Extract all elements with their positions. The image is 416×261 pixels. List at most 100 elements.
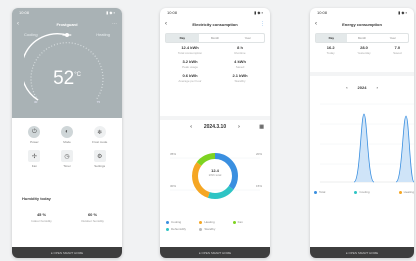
timer-control[interactable]: ◷ Timer [51, 150, 84, 168]
legend-item: Fan [232, 220, 266, 224]
humidity-label: Indoor humidity [31, 219, 52, 223]
power-icon: ⏻ [28, 126, 41, 138]
page-title: Frostguard [56, 21, 78, 27]
status-bar: 10:08 ▮ ◆ ▪ [12, 8, 122, 17]
tab-day[interactable]: Day [166, 34, 199, 42]
kpi-value: 16.2 [326, 45, 335, 50]
snowflake-icon: ❄ [93, 126, 106, 138]
settings-control[interactable]: ⚙ Settings [83, 150, 116, 168]
legend-dot [398, 190, 402, 194]
donut-side-label: 35% [170, 152, 177, 156]
power-control[interactable]: ⏻ Power [18, 126, 51, 144]
kpi-label: Total consumption [177, 51, 203, 55]
kpi-grid: 12.4 kWh Total consumption 8 h Runtime 3.2… [165, 45, 265, 83]
title-bar: ‹ Electricity consumption ⋮ [160, 18, 270, 30]
legend-item: Heating [199, 220, 232, 224]
range-tabs: Day Month Year [165, 33, 265, 43]
donut-side-label: 30% [170, 184, 177, 188]
kpi-label: Peak usage [182, 65, 198, 69]
legend-label: Standby [204, 227, 216, 231]
back-arrow-icon[interactable]: ‹ [315, 21, 317, 27]
tab-day[interactable]: Day [316, 34, 347, 42]
donut-side-label: 15% [255, 184, 262, 188]
kpi-label: Yesterday [357, 51, 371, 55]
mode-icon: ◐ [60, 126, 73, 138]
kpi-item: 28.0 Yesterday [347, 45, 380, 55]
period-label: 2024.3.10 [203, 124, 227, 130]
temperature-unit: °C [74, 72, 81, 78]
back-arrow-icon[interactable]: ‹ [17, 21, 19, 27]
back-arrow-icon[interactable]: ‹ [165, 21, 167, 27]
section-divider [310, 72, 414, 76]
kpi-item: 12.4 kWh Total consumption [165, 45, 215, 55]
frost-mode-control[interactable]: ❄ Frost mode [83, 126, 116, 144]
dial-min-label: 30 [34, 100, 38, 104]
legend-dot [166, 220, 169, 224]
more-icon[interactable]: ⋯ [112, 21, 117, 27]
status-time: 10:08 [167, 10, 178, 15]
gear-icon: ⚙ [93, 150, 106, 162]
phone-frostguard-control: 10:08 ▮ ◆ ▪ ‹ Frostguard ⋯ Cooling Auto … [12, 8, 122, 258]
kpi-value: 8 h [237, 45, 243, 50]
legend-label: Total [319, 190, 326, 194]
status-icons: ▮ ◆ ▪ [254, 10, 263, 15]
control-label: Settings [94, 164, 106, 168]
nav-text: ● OPEN SMART HOME [198, 250, 232, 255]
kpi-label: Runtime [234, 51, 246, 55]
dial-max-label: 75 [96, 100, 100, 104]
mode-control[interactable]: ◐ Mode [51, 126, 84, 144]
control-label: Timer [63, 164, 71, 168]
bottom-nav-bar[interactable]: ● OPEN SMART HOME [310, 247, 414, 258]
legend-dot [314, 190, 317, 194]
kpi-value: 28.0 [360, 45, 368, 50]
status-bar: 10:08 ▮ ◆ ▪ [310, 8, 414, 17]
kpi-item: 7.0 Saved [381, 45, 414, 55]
kpi-value: 3.2 kWh [182, 59, 198, 64]
kpi-label: Average per hour [178, 79, 202, 83]
chart-legend: Cooling Heating Fan Dehumidify Standby [166, 220, 266, 231]
period-label: 2024 [357, 84, 367, 90]
fan-control[interactable]: ✢ Fan [18, 150, 51, 168]
kpi-value: 4 kWh [234, 59, 246, 64]
prev-arrow-icon[interactable]: ‹ [190, 124, 192, 130]
outdoor-humidity: 60 % Outdoor humidity [67, 212, 118, 223]
legend-item: Dehumidify [166, 227, 199, 231]
kpi-label: Standby [234, 79, 246, 83]
temperature-hero: 10:08 ▮ ◆ ▪ ‹ Frostguard ⋯ Cooling Auto … [12, 8, 122, 118]
control-label: Power [30, 140, 39, 144]
legend-label: Fan [237, 220, 243, 224]
tab-month[interactable]: Month [199, 34, 232, 42]
legend-label: Cooling [359, 190, 370, 194]
page-title: Electricity consumption [192, 21, 238, 27]
nav-text: ● OPEN SMART HOME [50, 250, 84, 255]
bottom-nav-bar[interactable]: ● OPEN SMART HOME [160, 247, 270, 258]
energy-line-chart [320, 103, 414, 183]
kpi-label: Today [326, 51, 335, 55]
humidity-card: Humidity today 45 % Indoor humidity 60 %… [16, 192, 118, 234]
humidity-label: Outdoor humidity [81, 219, 104, 223]
section-divider [160, 116, 270, 120]
dial-handle[interactable] [65, 33, 69, 37]
indoor-humidity: 45 % Indoor humidity [16, 212, 67, 223]
temperature-display: 52°C [12, 68, 122, 90]
status-time: 10:08 [19, 10, 30, 15]
tab-month[interactable]: Month [347, 34, 378, 42]
legend-label: Dehumidify [171, 227, 187, 231]
control-panel: ⏻ Power ◐ Mode ❄ Frost mode ✢ Fan ◷ Time… [16, 120, 118, 190]
next-arrow-icon[interactable]: › [376, 85, 377, 90]
legend-dot [232, 220, 236, 224]
kpi-value: 12.4 kWh [181, 45, 199, 50]
title-bar: ‹ Energy consumption [310, 18, 414, 30]
legend-label: Heating [403, 190, 414, 194]
range-tabs: Day Month Year [315, 33, 409, 43]
tab-year[interactable]: Year [377, 34, 408, 42]
bottom-nav-bar[interactable]: ● OPEN SMART HOME [12, 247, 122, 258]
more-icon[interactable]: ⋮ [260, 21, 265, 27]
prev-arrow-icon[interactable]: ‹ [346, 85, 347, 90]
next-arrow-icon[interactable]: › [238, 124, 240, 130]
status-time: 10:08 [317, 10, 328, 15]
calendar-icon[interactable]: ▦ [259, 124, 264, 130]
series-area-2 [396, 116, 414, 182]
kpi-item: 16.2 Today [314, 45, 347, 55]
tab-year[interactable]: Year [231, 34, 264, 42]
